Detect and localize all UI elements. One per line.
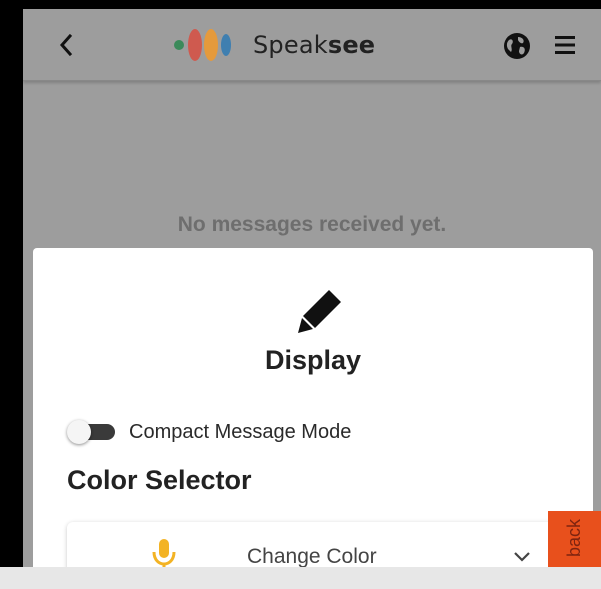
brand-bold: see <box>327 31 376 59</box>
empty-messages-text: No messages received yet. <box>177 213 447 236</box>
device-frame: Speaksee No messages received yet. Displ… <box>0 0 601 589</box>
chevron-left-icon <box>59 34 73 56</box>
brand-name: Speaksee <box>253 31 375 59</box>
feedback-tab[interactable]: back <box>548 511 601 567</box>
compact-mode-toggle[interactable] <box>67 420 117 444</box>
color-selector-title: Color Selector <box>67 465 252 495</box>
pencil-icon <box>298 290 341 333</box>
frame-edge <box>0 0 8 567</box>
change-color-select[interactable]: Change Color <box>67 522 567 567</box>
app-screen: Speaksee No messages received yet. Displ… <box>23 9 601 567</box>
app-header: Speaksee <box>23 9 601 81</box>
language-button[interactable] <box>502 31 532 61</box>
toggle-thumb <box>67 420 91 444</box>
globe-icon <box>504 33 530 59</box>
menu-button[interactable] <box>554 34 576 56</box>
dialog-title: Display <box>264 345 362 375</box>
logo-mark <box>174 29 231 61</box>
display-dialog: Display Compact Message Mode Color Selec… <box>33 248 593 567</box>
hamburger-menu-icon <box>555 36 575 54</box>
bottom-bar <box>0 567 601 589</box>
speaksee-logo[interactable]: Speaksee <box>173 28 375 62</box>
compact-mode-label: Compact Message Mode <box>129 421 352 443</box>
chevron-down-icon <box>514 552 530 562</box>
feedback-label: back <box>564 518 584 557</box>
microphone-icon <box>152 539 176 567</box>
brand-regular: Speak <box>253 31 328 59</box>
change-color-label: Change Color <box>247 545 377 567</box>
back-button[interactable] <box>53 31 79 59</box>
